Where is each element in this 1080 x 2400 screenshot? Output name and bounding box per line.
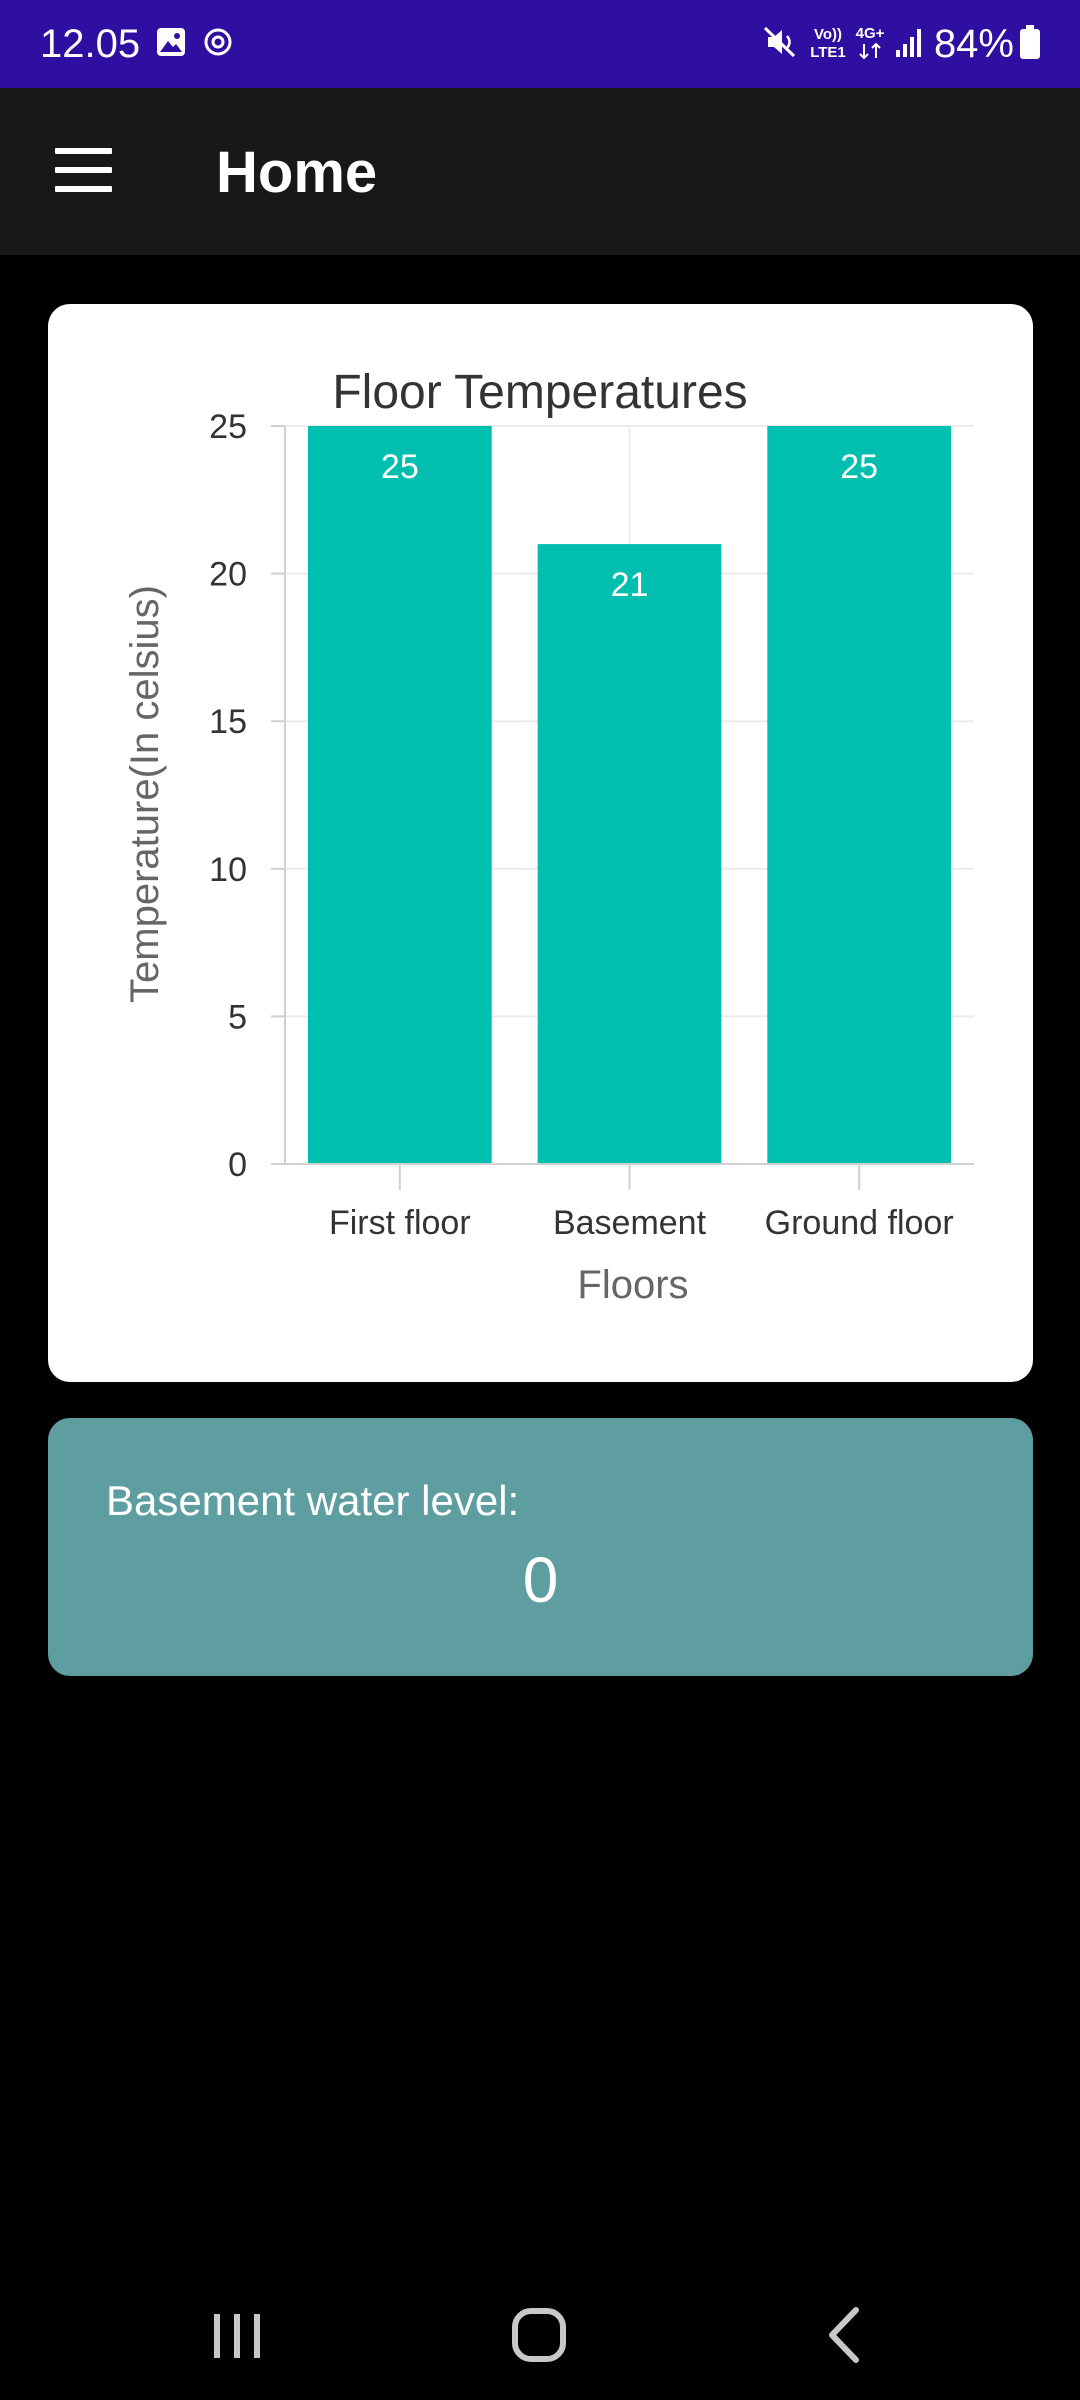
floor-temperature-chart-card: 0 5 10 15 20 25 25 First floor 21 Basement 25 Groun… [48, 304, 1033, 1382]
app-bar: Home [0, 88, 1080, 255]
status-time: 12.05 [40, 22, 141, 66]
network-type-text: 4G+ [856, 25, 885, 42]
x-tick-label: Basement [553, 1204, 707, 1242]
sync-icon [204, 28, 232, 56]
water-level-label: Basement water level: [106, 1477, 520, 1524]
bar-data-label: 25 [381, 448, 419, 486]
navigation-bar [0, 2270, 1080, 2400]
recents-icon[interactable] [192, 2294, 282, 2374]
water-level-value: 0 [522, 1544, 559, 1616]
floor-temperature-chart: 0 5 10 15 20 25 25 First floor 21 Basement 25 Groun… [123, 366, 974, 1307]
hamburger-menu-icon[interactable] [40, 138, 130, 208]
home-icon[interactable] [494, 2294, 584, 2374]
bar [767, 426, 952, 1164]
signal-icon [896, 29, 921, 57]
volte-bottom-text: LTE1 [810, 44, 846, 61]
status-bar: 12.05 Vo)) LTE1 4G+ 84% [0, 0, 1080, 88]
y-axis-label: Temperature(In celsius) [123, 585, 167, 1003]
bar-data-label: 25 [840, 448, 878, 486]
mute-icon [763, 26, 796, 58]
gallery-icon [157, 28, 185, 56]
bar-data-label: 21 [611, 566, 649, 604]
battery-icon [1020, 25, 1040, 59]
y-tick-label: 10 [209, 851, 247, 889]
y-tick-label: 25 [209, 408, 247, 446]
back-icon[interactable] [800, 2294, 890, 2374]
4g-icon: 4G+ [856, 25, 885, 60]
x-axis-label: Floors [577, 1263, 688, 1307]
y-tick-label: 5 [228, 998, 247, 1036]
y-tick-label: 15 [209, 703, 247, 741]
x-tick-label: Ground floor [765, 1204, 954, 1242]
y-tick-label: 20 [209, 556, 247, 594]
bar [307, 426, 492, 1164]
y-tick-label: 0 [228, 1146, 247, 1184]
volte-top-text: Vo)) [814, 26, 842, 43]
volte-icon: Vo)) LTE1 [810, 26, 846, 61]
battery-percentage: 84% [933, 22, 1014, 66]
basement-water-level-card: Basement water level: 0 [48, 1418, 1033, 1676]
bar [537, 544, 722, 1164]
page-title: Home [216, 140, 378, 205]
x-tick-label: First floor [329, 1204, 471, 1242]
chart-title: Floor Temperatures [332, 366, 747, 419]
